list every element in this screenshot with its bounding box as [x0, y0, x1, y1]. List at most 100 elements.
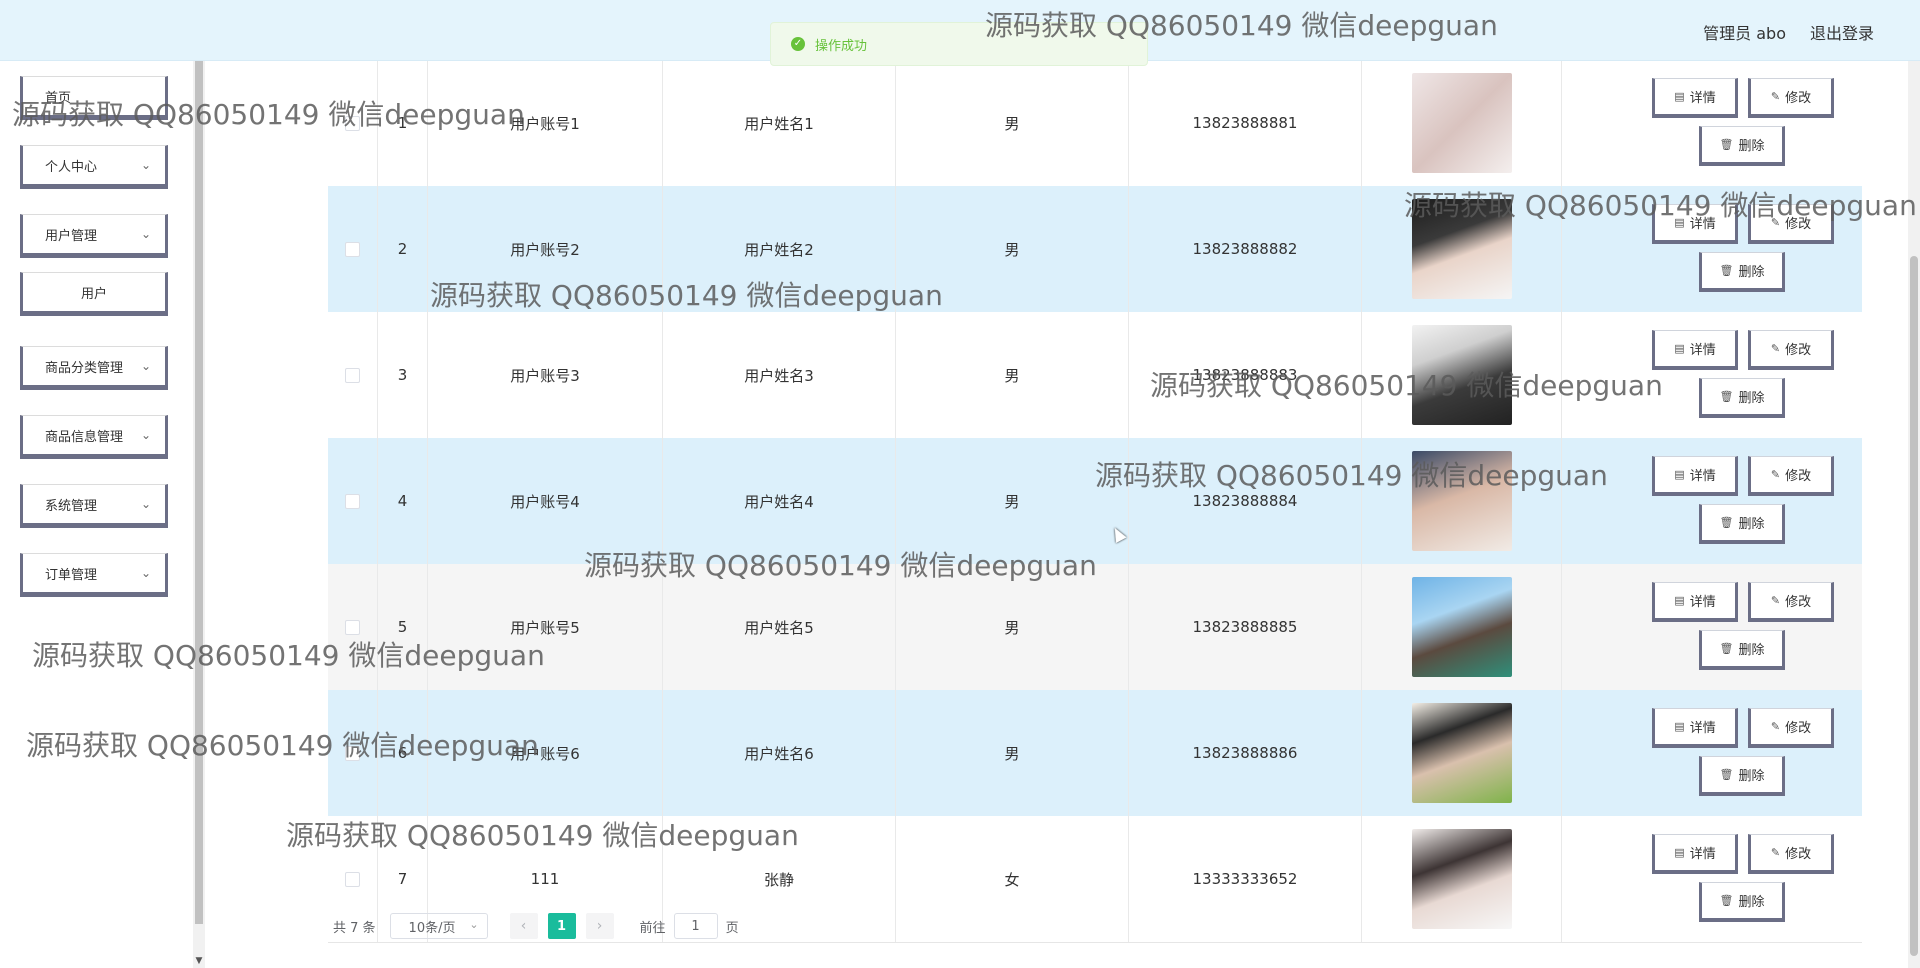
- select-cell: [328, 438, 378, 564]
- chevron-down-icon: ⌄: [140, 158, 151, 172]
- page-size-value: 10条/页: [408, 920, 456, 936]
- table-row: 3 用户账号3 用户姓名3 男 13823888883 ▤ 详情 ✎ 修改 🗑 删除: [328, 312, 1862, 439]
- sidebar-item-6[interactable]: 系统管理 ⌄: [20, 484, 168, 528]
- detail-button[interactable]: ▤ 详情: [1652, 582, 1738, 622]
- main-scrollbar[interactable]: [1908, 60, 1920, 968]
- delete-button[interactable]: 🗑 删除: [1699, 378, 1785, 418]
- sidebar-item-1[interactable]: 个人中心 ⌄: [20, 145, 168, 189]
- row-checkbox[interactable]: [345, 619, 360, 635]
- gender-text: 男: [1004, 618, 1020, 637]
- delete-button[interactable]: 🗑 删除: [1699, 126, 1785, 166]
- delete-button[interactable]: 🗑 删除: [1699, 756, 1785, 796]
- page-number-current[interactable]: 1: [547, 913, 576, 939]
- document-icon: ▤: [1674, 216, 1685, 229]
- avatar: [1411, 199, 1512, 299]
- name-text: 用户姓名4: [744, 492, 814, 511]
- sidebar-item-7[interactable]: 订单管理 ⌄: [20, 553, 168, 597]
- sidebar-item-2[interactable]: 用户管理 ⌄: [20, 214, 168, 258]
- sidebar-item-label: 系统管理: [45, 498, 98, 514]
- detail-button-label: 详情: [1689, 91, 1716, 106]
- pencil-icon: ✎: [1770, 90, 1781, 103]
- operations-cell: ▤ 详情 ✎ 修改 🗑 删除: [1562, 564, 1862, 690]
- delete-button-label: 删除: [1738, 265, 1765, 280]
- phone-text: 13823888884: [1192, 492, 1298, 510]
- user-table: 1 用户账号1 用户姓名1 男 13823888881 ▤ 详情 ✎ 修改 🗑 删除 2 用户账号2 用户…: [328, 60, 1862, 943]
- sidebar-item-label: 用户管理: [45, 228, 98, 244]
- goto-page-input[interactable]: 1: [673, 913, 718, 939]
- next-page-button[interactable]: ›: [585, 913, 614, 939]
- cell-phone: 13823888886: [1129, 690, 1362, 816]
- phone-text: 13823888886: [1192, 744, 1298, 762]
- sidebar-item-label: 用户: [80, 286, 107, 302]
- detail-button[interactable]: ▤ 详情: [1652, 834, 1738, 874]
- account-text: 用户账号5: [510, 618, 580, 637]
- delete-button-label: 删除: [1738, 643, 1765, 658]
- detail-button-label: 详情: [1689, 217, 1716, 232]
- pagination: 共 7 条 10条/页 ⌄ ‹ 1 › 前往 1 页: [333, 912, 739, 940]
- detail-button[interactable]: ▤ 详情: [1652, 330, 1738, 370]
- cell-gender: 女: [896, 816, 1129, 942]
- trash-icon: 🗑: [1719, 768, 1734, 781]
- phone-text: 13333333652: [1192, 870, 1298, 888]
- avatar-cell: [1362, 564, 1562, 690]
- table-row: 6 用户账号6 用户姓名6 男 13823888886 ▤ 详情 ✎ 修改 🗑 删除: [328, 690, 1862, 817]
- select-cell: [328, 690, 378, 816]
- delete-button[interactable]: 🗑 删除: [1699, 630, 1785, 670]
- sidebar-item-3[interactable]: 用户: [20, 272, 168, 316]
- table-row: 2 用户账号2 用户姓名2 男 13823888882 ▤ 详情 ✎ 修改 🗑 删除: [328, 186, 1862, 313]
- edit-button[interactable]: ✎ 修改: [1748, 456, 1834, 496]
- chevron-down-icon: ⌄: [140, 566, 151, 580]
- cell-phone: 13333333652: [1129, 816, 1362, 942]
- sidebar-scrollbar[interactable]: ▼: [193, 60, 205, 968]
- edit-button[interactable]: ✎ 修改: [1748, 708, 1834, 748]
- row-checkbox[interactable]: [345, 367, 360, 383]
- delete-button[interactable]: 🗑 删除: [1699, 252, 1785, 292]
- row-checkbox[interactable]: [345, 493, 360, 509]
- detail-button[interactable]: ▤ 详情: [1652, 708, 1738, 748]
- edit-button[interactable]: ✎ 修改: [1748, 78, 1834, 118]
- name-text: 用户姓名6: [744, 744, 814, 763]
- row-checkbox[interactable]: [345, 745, 360, 761]
- edit-button-label: 修改: [1785, 217, 1812, 232]
- detail-button[interactable]: ▤ 详情: [1652, 204, 1738, 244]
- prev-page-button[interactable]: ‹: [509, 913, 538, 939]
- detail-button[interactable]: ▤ 详情: [1652, 78, 1738, 118]
- cell-phone: 13823888881: [1129, 60, 1362, 186]
- cell-phone: 13823888882: [1129, 186, 1362, 312]
- document-icon: ▤: [1674, 342, 1685, 355]
- delete-button[interactable]: 🗑 删除: [1699, 504, 1785, 544]
- sidebar-item-5[interactable]: 商品信息管理 ⌄: [20, 415, 168, 459]
- detail-button[interactable]: ▤ 详情: [1652, 456, 1738, 496]
- delete-button[interactable]: 🗑 删除: [1699, 882, 1785, 922]
- cell-index: 4: [378, 438, 428, 564]
- edit-button[interactable]: ✎ 修改: [1748, 330, 1834, 370]
- trash-icon: 🗑: [1719, 516, 1734, 529]
- sidebar-item-0[interactable]: 首页: [20, 76, 168, 120]
- sidebar-scroll-thumb[interactable]: [195, 60, 203, 924]
- chevron-down-icon: ⌄: [140, 497, 151, 511]
- row-checkbox[interactable]: [345, 241, 360, 257]
- edit-button[interactable]: ✎ 修改: [1748, 582, 1834, 622]
- row-checkbox[interactable]: [345, 115, 360, 131]
- row-checkbox[interactable]: [345, 871, 360, 887]
- sidebar-item-4[interactable]: 商品分类管理 ⌄: [20, 346, 168, 390]
- table-row: 4 用户账号4 用户姓名4 男 13823888884 ▤ 详情 ✎ 修改 🗑 删除: [328, 438, 1862, 565]
- sidebar-item-label: 首页: [45, 90, 72, 106]
- edit-button[interactable]: ✎ 修改: [1748, 204, 1834, 244]
- edit-button[interactable]: ✎ 修改: [1748, 834, 1834, 874]
- pencil-icon: ✎: [1770, 720, 1781, 733]
- page-size-select[interactable]: 10条/页 ⌄: [389, 913, 488, 939]
- main-scroll-thumb[interactable]: [1910, 256, 1918, 956]
- cell-gender: 男: [896, 690, 1129, 816]
- detail-button-label: 详情: [1689, 847, 1716, 862]
- logout-link[interactable]: 退出登录: [1810, 20, 1874, 44]
- phone-text: 13823888881: [1192, 114, 1298, 132]
- cell-name: 用户姓名4: [663, 438, 896, 564]
- sidebar-item-label: 订单管理: [45, 567, 98, 583]
- detail-button-label: 详情: [1689, 343, 1716, 358]
- avatar-cell: [1362, 816, 1562, 942]
- cell-index: 5: [378, 564, 428, 690]
- trash-icon: 🗑: [1719, 138, 1734, 151]
- scroll-down-arrow-icon[interactable]: ▼: [193, 956, 205, 966]
- edit-button-label: 修改: [1785, 469, 1812, 484]
